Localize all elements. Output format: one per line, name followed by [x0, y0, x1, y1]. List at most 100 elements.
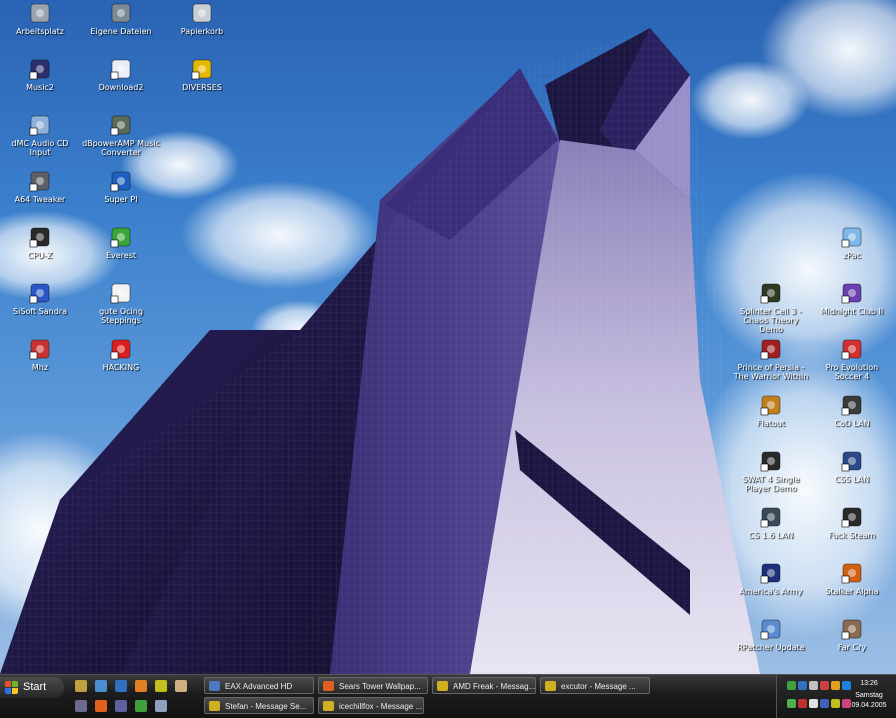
burn-icon[interactable] [135, 680, 147, 692]
icon-stalker-alpha[interactable]: Stalker Alpha [813, 562, 891, 596]
clock[interactable]: 13:26 Samstag 09.04.2005 [847, 680, 891, 709]
icon-hacking[interactable]: HACKING [82, 338, 160, 372]
text-file-icon [110, 282, 132, 304]
icon-eigene-dateien[interactable]: Eigene Dateien [82, 2, 160, 36]
icon-label: Pro Evolution Soccer 4 [825, 363, 879, 381]
info-icon [110, 226, 132, 248]
icon-rpatcher[interactable]: RPatcher Update [732, 618, 810, 652]
wrench-icon[interactable] [155, 700, 167, 712]
im-icon [545, 681, 556, 691]
task-icechillfox[interactable]: icechillfox - Message ... [318, 697, 424, 714]
flower-icon[interactable] [155, 680, 167, 692]
icon-label: Everest [105, 251, 137, 260]
icon-super-pi[interactable]: Super PI [82, 170, 160, 204]
icon-label: zPac [843, 251, 861, 260]
cpu-icon [29, 226, 51, 248]
icon-dmc-audio[interactable]: dMC Audio CD Input [1, 114, 79, 157]
mushroom-icon[interactable] [175, 680, 187, 692]
tray-icon[interactable] [831, 681, 840, 690]
tray-icon[interactable] [809, 681, 818, 690]
icon-label: SWAT 4 Single Player Demo [742, 475, 800, 493]
icon-label: A64 Tweaker [14, 195, 66, 204]
cd-icon [29, 114, 51, 136]
icon-label: dMC Audio CD Input [11, 139, 69, 157]
clock-day: Samstag [855, 692, 883, 699]
icon-splinter-cell[interactable]: Splinter Cell 3 - Chaos Theory Demo [732, 282, 810, 334]
lock-icon [191, 58, 213, 80]
desktop: Arbeitsplatz Eigene Dateien Papierkorb Musi… [0, 0, 896, 674]
network-icon[interactable] [135, 700, 147, 712]
icon-label: DIVERSES [182, 83, 222, 92]
icon-papierkorb[interactable]: Papierkorb [163, 2, 241, 36]
firefox-icon[interactable] [95, 700, 107, 712]
tool-icon[interactable] [115, 700, 127, 712]
system-tray: 13:26 Samstag 09.04.2005 [776, 675, 896, 718]
flatout-icon [760, 394, 782, 416]
icon-midnight-club[interactable]: Midnight Club II [813, 282, 891, 316]
im-icon [209, 701, 220, 711]
icon-pes4[interactable]: Pro Evolution Soccer 4 [813, 338, 891, 381]
task-stefan[interactable]: Stefan - Message Se... [204, 697, 314, 714]
icon-download2[interactable]: Download2 [82, 58, 160, 92]
icon-label: dBpowerAMP Music Converter [82, 139, 160, 157]
icon-dbpoweramp[interactable]: dBpowerAMP Music Converter [82, 114, 160, 157]
icon-far-cry[interactable]: Far Cry [813, 618, 891, 652]
media-player-icon[interactable] [75, 700, 87, 712]
cs-icon [760, 506, 782, 528]
clock-date: 09.04.2005 [851, 702, 887, 709]
icon-label: SiSoft Sandra [13, 307, 67, 316]
icon-diverses[interactable]: DIVERSES [163, 58, 241, 92]
icon-label: Super PI [104, 195, 138, 204]
icon-music2[interactable]: Music2 [1, 58, 79, 92]
task-label: Stefan - Message Se... [225, 702, 307, 711]
icon-label: Eigene Dateien [90, 27, 152, 36]
tray-icon[interactable] [809, 699, 818, 708]
task-amd-freak[interactable]: AMD Freak - Messag... [432, 677, 536, 694]
steam-icon [841, 450, 863, 472]
midnight-club-icon [841, 282, 863, 304]
icon-arbeitsplatz[interactable]: Arbeitsplatz [1, 2, 79, 36]
icon-sisoft-sandra[interactable]: SiSoft Sandra [1, 282, 79, 316]
icon-prince-of-persia[interactable]: Prince of Persia - The Warrior Within [732, 338, 810, 381]
task-sears-tower[interactable]: Sears Tower Wallpap... [318, 677, 428, 694]
icon-a64-tweaker[interactable]: A64 Tweaker [1, 170, 79, 204]
icon-fuck-steam[interactable]: Fuck Steam [813, 506, 891, 540]
desktop-icon[interactable] [95, 680, 107, 692]
start-label: Start [23, 681, 47, 693]
tray-icon[interactable] [798, 699, 807, 708]
tray-icon[interactable] [820, 681, 829, 690]
icon-flatout[interactable]: Flatout [732, 394, 810, 428]
icon-gute-ocing[interactable]: gute Ocing Steppings [82, 282, 160, 325]
task-excutor[interactable]: excutor - Message ... [540, 677, 650, 694]
icon-label: HACKING [102, 363, 140, 372]
fuck-steam-icon [841, 506, 863, 528]
icon-cod-lan[interactable]: CoD LAN [813, 394, 891, 428]
americas-army-icon [760, 562, 782, 584]
task-eax[interactable]: EAX Advanced HD [204, 677, 314, 694]
icon-cs16-lan[interactable]: CS 1.6 LAN [732, 506, 810, 540]
icon-swat4[interactable]: SWAT 4 Single Player Demo [732, 450, 810, 493]
wcpuid-icon [29, 338, 51, 360]
icon-americas-army[interactable]: America's Army [732, 562, 810, 596]
task-label: excutor - Message ... [561, 682, 636, 691]
music-folder-icon [29, 58, 51, 80]
tray-icon[interactable] [787, 699, 796, 708]
icon-cpu-z[interactable]: CPU-Z [1, 226, 79, 260]
clock-time: 13:26 [860, 680, 878, 687]
bricks-icon[interactable] [75, 680, 87, 692]
icon-everest[interactable]: Everest [82, 226, 160, 260]
task-label: icechillfox - Message ... [339, 702, 423, 711]
icon-css-lan[interactable]: CSS LAN [813, 450, 891, 484]
tray-icon[interactable] [798, 681, 807, 690]
tray-icon[interactable] [820, 699, 829, 708]
icon-label: Fuck Steam [828, 531, 876, 540]
explorer-icon[interactable] [115, 680, 127, 692]
icon-label: CoD LAN [834, 419, 870, 428]
icon-label: Midnight Club II [820, 307, 884, 316]
start-button[interactable]: Start [0, 677, 64, 698]
tray-icon[interactable] [831, 699, 840, 708]
tools-icon [29, 170, 51, 192]
icon-zpac[interactable]: zPac [813, 226, 891, 260]
tray-icon[interactable] [787, 681, 796, 690]
icon-mhz[interactable]: Mhz [1, 338, 79, 372]
